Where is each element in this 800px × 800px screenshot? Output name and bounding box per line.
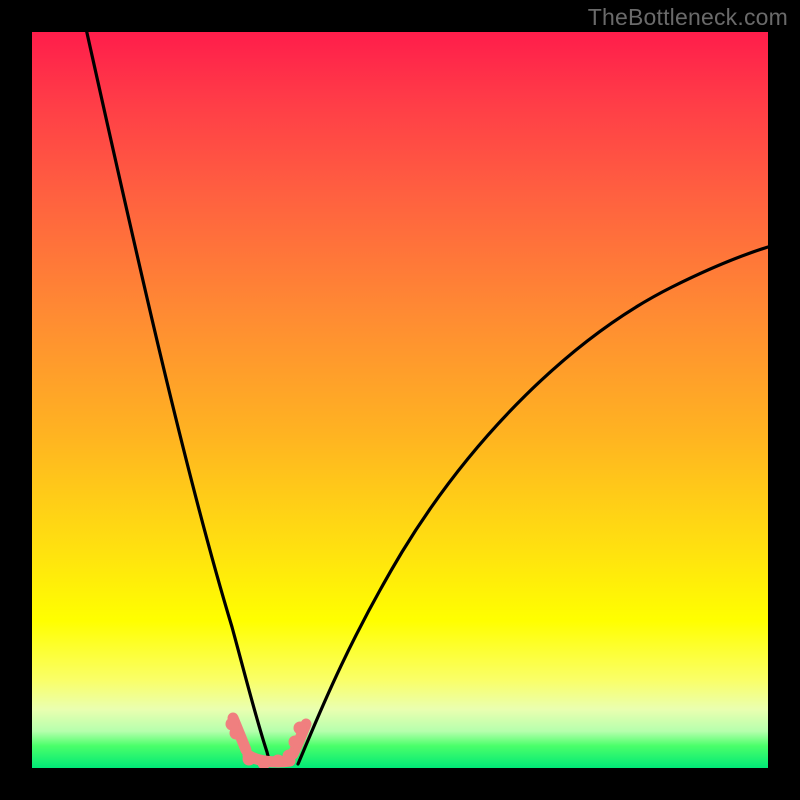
trough-point	[289, 736, 302, 749]
trough-point	[230, 727, 243, 740]
trough-point	[294, 722, 307, 735]
curve-overlay	[32, 32, 768, 768]
trough-point	[243, 753, 256, 766]
watermark-text: TheBottleneck.com	[588, 4, 788, 31]
chart-frame: TheBottleneck.com	[0, 0, 800, 800]
trough-point	[283, 750, 296, 763]
right-curve	[298, 247, 768, 764]
left-curve	[85, 32, 270, 764]
